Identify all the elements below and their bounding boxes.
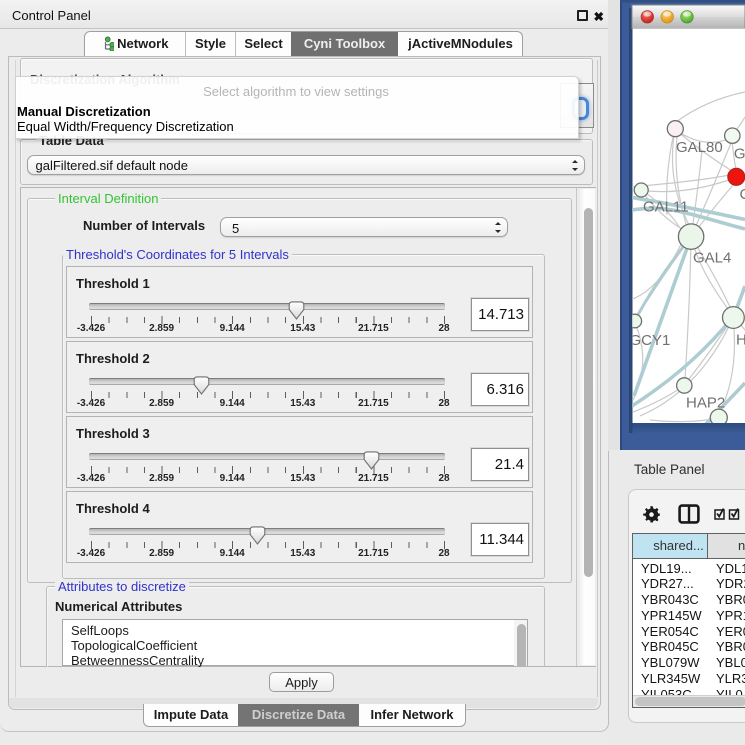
- svg-text:HA: HA: [736, 332, 745, 349]
- svg-text:HAP2: HAP2: [686, 395, 725, 412]
- svg-text:GAL4: GAL4: [693, 250, 731, 267]
- svg-text:GAL11: GAL11: [643, 199, 689, 216]
- svg-text:GA: GA: [734, 146, 745, 163]
- svg-text:CY: CY: [740, 186, 745, 203]
- svg-text:GAL80: GAL80: [676, 139, 723, 156]
- svg-text:GCY1: GCY1: [630, 332, 671, 349]
